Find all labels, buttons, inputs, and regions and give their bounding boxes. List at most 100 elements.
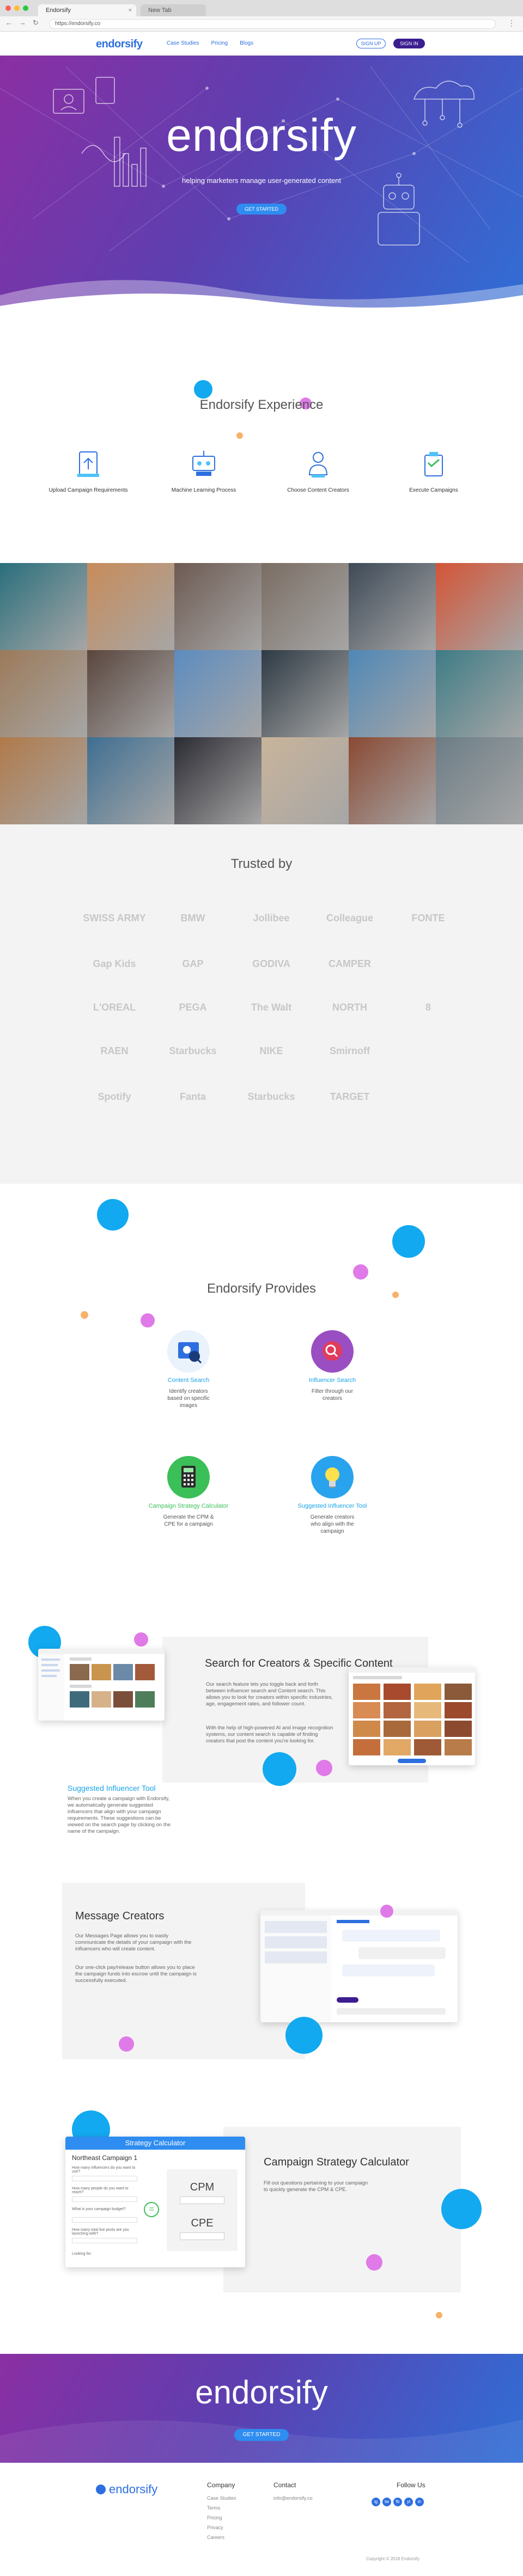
experience-label: Choose Content Creators	[287, 487, 349, 493]
signup-button[interactable]: SIGN UP	[356, 39, 386, 48]
message-feature-text: Our one-click pay/release button allows …	[75, 1965, 197, 1984]
site-header: endorsify Case Studies Pricing Blogs SIG…	[0, 32, 523, 56]
creator-photo	[349, 737, 436, 824]
influencer-search-icon	[311, 1330, 354, 1373]
nav-blogs[interactable]: Blogs	[240, 40, 253, 46]
search-feature-text: With the help of high-powered AI and ima…	[206, 1725, 333, 1744]
provides-item-desc: Generate creators who align with the cam…	[310, 1514, 355, 1534]
site-footer: endorsify Company Case Studies Terms Pri…	[0, 2463, 523, 2576]
food-photo	[445, 1702, 472, 1718]
footer-company-heading: Company	[207, 2481, 235, 2489]
experience-label: Upload Campaign Requirements	[48, 487, 128, 493]
hero-get-started-button[interactable]: GET STARTED	[236, 204, 287, 215]
tab-endorsify[interactable]: Endorsify ×	[38, 4, 136, 16]
calculator-q2-input[interactable]	[72, 2196, 137, 2202]
maximize-window-icon[interactable]	[23, 5, 28, 11]
creator-photo	[87, 737, 174, 824]
decoration-circle	[97, 1199, 129, 1231]
window-controls	[5, 5, 28, 11]
brand-logo: NORTH	[332, 1002, 367, 1013]
experience-title: Endorsify Experience	[199, 397, 324, 412]
calculator-looking-for: Looking for:	[72, 2252, 92, 2256]
lightbulb-icon	[311, 1456, 354, 1498]
main-nav: Case Studies Pricing Blogs	[167, 40, 253, 46]
decoration-circle	[285, 2017, 323, 2054]
cta-get-started-button[interactable]: GET STARTED	[234, 2429, 289, 2441]
brand-logo: Gap Kids	[93, 958, 136, 969]
footer-link-careers[interactable]: Careers	[207, 2535, 224, 2540]
footer-contact-email[interactable]: info@endorsify.co	[273, 2495, 313, 2501]
header-logo[interactable]: endorsify	[96, 38, 143, 51]
creator-photo	[0, 650, 87, 737]
url-field[interactable]: https://endorsify.co	[49, 19, 496, 29]
food-photo	[384, 1702, 411, 1718]
food-photo	[353, 1721, 380, 1737]
message-feature-text: Our Messages Page allows you to easily c…	[75, 1933, 192, 1952]
instagram-icon[interactable]: ig	[372, 2498, 380, 2506]
footer-logo-mark	[96, 2485, 106, 2494]
linkedin-icon[interactable]: in	[415, 2498, 424, 2506]
footer-link-case-studies[interactable]: Case Studies	[207, 2495, 236, 2501]
decoration-circle	[141, 1313, 155, 1327]
creator-photo	[262, 650, 349, 737]
address-bar: ← → ↻ https://endorsify.co ⋮	[0, 16, 523, 32]
cta-logo: endorsify	[195, 2374, 328, 2410]
decoration-circle	[353, 1264, 368, 1280]
facebook-icon[interactable]: fb	[393, 2498, 402, 2506]
footer-link-privacy[interactable]: Privacy	[207, 2525, 223, 2530]
minimize-window-icon[interactable]	[14, 5, 20, 11]
experience-item: Upload Campaign Requirements	[34, 448, 143, 493]
nav-case-studies[interactable]: Case Studies	[167, 40, 199, 46]
creator-icon	[308, 452, 328, 478]
forward-arrow-icon[interactable]: →	[19, 19, 26, 27]
decoration-circle	[366, 2254, 382, 2271]
youtube-icon[interactable]: yt	[404, 2498, 413, 2506]
calculator-q1: How many influencers do you want to use?	[72, 2166, 136, 2174]
brand-logo: 8	[425, 1002, 431, 1013]
food-photo	[414, 1684, 441, 1700]
creator-photo	[349, 563, 436, 650]
kebab-menu-icon[interactable]: ⋮	[508, 19, 515, 28]
brand-logo: L'OREAL	[93, 1002, 136, 1013]
calculator-q3-input[interactable]	[72, 2217, 137, 2223]
messages-screenshot	[260, 1910, 458, 2022]
creator-photo	[436, 650, 523, 737]
close-tab-icon[interactable]: ×	[129, 4, 132, 16]
food-photo	[445, 1721, 472, 1737]
back-arrow-icon[interactable]: ←	[5, 19, 13, 27]
nav-pricing[interactable]: Pricing	[211, 40, 228, 46]
brand-logo: Spotify	[98, 1091, 131, 1102]
brand-logo: SWISS ARMY	[83, 913, 146, 923]
signin-button[interactable]: SIGN IN	[393, 39, 425, 48]
trusted-title: Trusted by	[230, 856, 293, 871]
decoration-circle	[441, 2189, 482, 2229]
brand-logo: Colleague	[326, 913, 374, 923]
experience-item: Choose Content Creators	[264, 448, 373, 493]
footer-link-terms[interactable]: Terms	[207, 2505, 221, 2511]
brand-logo: PEGA	[179, 1002, 207, 1013]
food-photo	[384, 1721, 411, 1737]
twitter-icon[interactable]: tw	[382, 2498, 391, 2506]
machine-learning-icon	[192, 451, 215, 476]
hero-tagline: helping marketers manage user-generated …	[182, 176, 341, 185]
tab-new[interactable]: New Tab	[141, 4, 206, 16]
footer-logo[interactable]: endorsify	[109, 2482, 157, 2497]
calculator-q1-input[interactable]	[72, 2176, 137, 2181]
tab-title: Endorsify	[46, 7, 71, 14]
calculator-q4-input[interactable]	[72, 2238, 137, 2243]
provides-item-content-search: Content Search Identify creators based o…	[139, 1330, 238, 1409]
brand-logo: GODIVA	[252, 958, 290, 969]
food-photo	[353, 1739, 380, 1755]
provides-item-title: Influencer Search	[308, 1377, 356, 1384]
footer-link-pricing[interactable]: Pricing	[207, 2515, 222, 2520]
decoration-circle	[81, 1311, 88, 1319]
execute-campaign-icon	[424, 452, 443, 476]
food-photo	[353, 1684, 380, 1700]
browser-nav: ← → ↻	[5, 19, 39, 27]
suggested-tool-title: Suggested Influencer Tool	[68, 1784, 156, 1792]
calculator-q4: How many total live posts are you launch…	[72, 2228, 129, 2236]
reload-icon[interactable]: ↻	[33, 19, 39, 27]
decoration-circle	[119, 2036, 134, 2052]
close-window-icon[interactable]	[5, 5, 11, 11]
food-photo	[445, 1739, 472, 1755]
